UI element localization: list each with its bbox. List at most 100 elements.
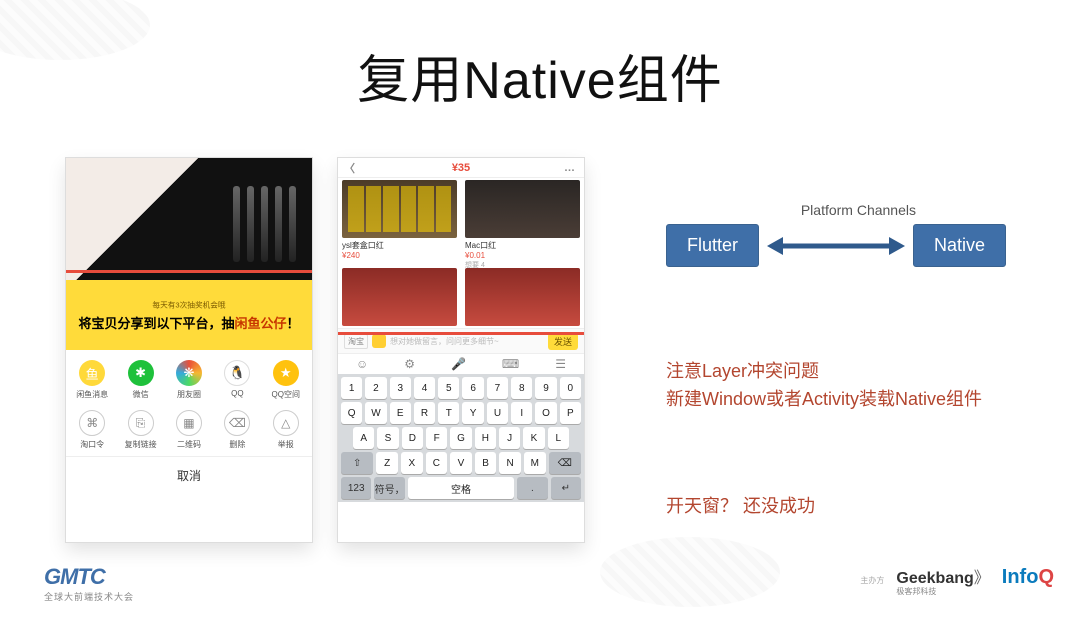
kb-key[interactable]: T (438, 402, 459, 424)
kb-key[interactable]: 1 (341, 377, 362, 399)
comment-input[interactable]: 想对她做留言，问问更多细节~ (390, 336, 544, 347)
kb-key[interactable]: J (499, 427, 520, 449)
phone-share-sheet: 每天有3次抽奖机会哦 将宝贝分享到以下平台，抽闲鱼公仔！ 鱼闲鱼消息 ✱微信 ❋… (66, 158, 312, 542)
note-line: 注意Layer冲突问题 (666, 358, 982, 386)
back-icon[interactable]: 〈 (344, 160, 355, 176)
kb-123[interactable]: 123 (341, 477, 371, 499)
kb-key[interactable]: B (475, 452, 497, 474)
keyboard-toolbar: ☺ ⚙ 🎤 ⌨ ☰ (338, 354, 584, 374)
nav-price: ¥35 (452, 162, 470, 174)
kb-key[interactable]: K (523, 427, 544, 449)
kb-key[interactable]: D (402, 427, 423, 449)
share-banner: 每天有3次抽奖机会哦 将宝贝分享到以下平台，抽闲鱼公仔！ (66, 280, 312, 350)
product-card[interactable]: ysl套盒口红 ¥240 (338, 178, 461, 266)
kb-key[interactable]: 7 (487, 377, 508, 399)
comment-input-bar: 淘宝 想对她做留言，问问更多细节~ 发送 (338, 328, 584, 354)
kb-space[interactable]: 空格 (408, 477, 514, 499)
diagram-box-native: Native (913, 224, 1006, 267)
kb-key[interactable]: E (390, 402, 411, 424)
kb-shift[interactable]: ⇧ (341, 452, 373, 474)
kb-key[interactable]: 8 (511, 377, 532, 399)
product-card[interactable] (338, 266, 461, 328)
action-delete[interactable]: ⌫删除 (213, 410, 261, 450)
gmtc-logo: GMTC (44, 564, 134, 590)
kb-symbol[interactable]: 符号， (374, 477, 404, 499)
kb-backspace[interactable]: ⌫ (549, 452, 581, 474)
kb-key[interactable]: 9 (535, 377, 556, 399)
kb-key[interactable]: 6 (462, 377, 483, 399)
cancel-button[interactable]: 取消 (66, 456, 312, 494)
send-button[interactable]: 发送 (548, 333, 578, 350)
share-item-xianyu[interactable]: 鱼闲鱼消息 (68, 360, 116, 400)
screenshot-pair: 每天有3次抽奖机会哦 将宝贝分享到以下平台，抽闲鱼公仔！ 鱼闲鱼消息 ✱微信 ❋… (66, 158, 584, 542)
phone-keyboard: 〈 ¥35 … ysl套盒口红 ¥240 Mac口红 ¥0.01 想要 4 淘宝 (338, 158, 584, 542)
xianyu-icon: 鱼 (79, 360, 105, 386)
emoji-icon[interactable]: ☺ (356, 357, 368, 371)
kb-period[interactable]: . (517, 477, 547, 499)
kb-key[interactable]: W (365, 402, 386, 424)
kb-key[interactable]: P (560, 402, 581, 424)
kb-key[interactable]: O (535, 402, 556, 424)
gear-icon[interactable]: ⚙ (404, 357, 415, 371)
footer-logo-right: 主办方 Geekbang》 极客邦科技 InfoQ (860, 564, 1054, 597)
kb-key[interactable]: 5 (438, 377, 459, 399)
kb-key[interactable]: 3 (390, 377, 411, 399)
infoq-logo: InfoQ (1002, 566, 1054, 589)
kb-key[interactable]: I (511, 402, 532, 424)
product-card[interactable]: Mac口红 ¥0.01 想要 4 (461, 178, 584, 266)
ios-keyboard: 1 2 3 4 5 6 7 8 9 0 Q W E R T Y U I O (338, 374, 584, 502)
kb-key[interactable]: 0 (560, 377, 581, 399)
slide-notes-2: 开天窗？ 还没成功 (666, 492, 815, 518)
qq-icon: 🐧 (224, 360, 250, 386)
kb-key[interactable]: F (426, 427, 447, 449)
kb-key[interactable]: Q (341, 402, 362, 424)
moments-icon: ❋ (176, 360, 202, 386)
slide-notes: 注意Layer冲突问题 新建Window或者Activity装载Native组件 (666, 358, 982, 414)
slide-title: 复用Native组件 (0, 38, 1080, 113)
kb-key[interactable]: G (450, 427, 471, 449)
kb-key[interactable]: Z (376, 452, 398, 474)
kb-key[interactable]: R (414, 402, 435, 424)
more-icon[interactable]: … (564, 162, 576, 174)
list-icon[interactable]: ☰ (555, 357, 566, 371)
emoji-preview-icon (372, 334, 386, 348)
mic-icon[interactable]: 🎤 (451, 357, 466, 371)
kb-key[interactable]: C (426, 452, 448, 474)
action-taocode[interactable]: ⌘淘口令 (68, 410, 116, 450)
qrcode-icon: ▦ (176, 410, 202, 436)
footer-logo-left: GMTC 全球大前端技术大会 (44, 564, 134, 603)
action-report[interactable]: △举报 (262, 410, 310, 450)
gmtc-subtitle: 全球大前端技术大会 (44, 590, 134, 603)
share-item-qq[interactable]: 🐧QQ (213, 360, 261, 400)
kb-key[interactable]: A (353, 427, 374, 449)
nav-bar: 〈 ¥35 … (338, 158, 584, 178)
kb-key[interactable]: L (548, 427, 569, 449)
action-copy-link[interactable]: ⎘复制链接 (116, 410, 164, 450)
qzone-icon: ★ (273, 360, 299, 386)
source-chip: 淘宝 (344, 334, 368, 349)
kb-key[interactable]: X (401, 452, 423, 474)
diagram-label: Platform Channels (666, 202, 1006, 218)
share-item-qzone[interactable]: ★QQ空间 (262, 360, 310, 400)
sponsor-label: 主办方 (860, 575, 884, 586)
share-item-moments[interactable]: ❋朋友圈 (165, 360, 213, 400)
kb-key[interactable]: H (475, 427, 496, 449)
kb-row-digits: 1 2 3 4 5 6 7 8 9 0 (341, 377, 581, 399)
kb-key[interactable]: M (524, 452, 546, 474)
kb-key[interactable]: S (377, 427, 398, 449)
kb-key[interactable]: N (499, 452, 521, 474)
kb-return[interactable]: ↵ (551, 477, 581, 499)
geekbang-subtitle: 极客邦科技 (896, 586, 989, 597)
kb-key[interactable]: Y (462, 402, 483, 424)
product-card[interactable] (461, 266, 584, 328)
bidirectional-arrow-icon (767, 243, 905, 249)
taocode-icon: ⌘ (79, 410, 105, 436)
share-item-wechat[interactable]: ✱微信 (116, 360, 164, 400)
kb-key[interactable]: 4 (414, 377, 435, 399)
keyboard-icon[interactable]: ⌨ (502, 357, 519, 371)
share-platform-grid: 鱼闲鱼消息 ✱微信 ❋朋友圈 🐧QQ ★QQ空间 (66, 350, 312, 408)
kb-key[interactable]: 2 (365, 377, 386, 399)
kb-key[interactable]: V (450, 452, 472, 474)
action-qrcode[interactable]: ▦二维码 (165, 410, 213, 450)
kb-key[interactable]: U (487, 402, 508, 424)
